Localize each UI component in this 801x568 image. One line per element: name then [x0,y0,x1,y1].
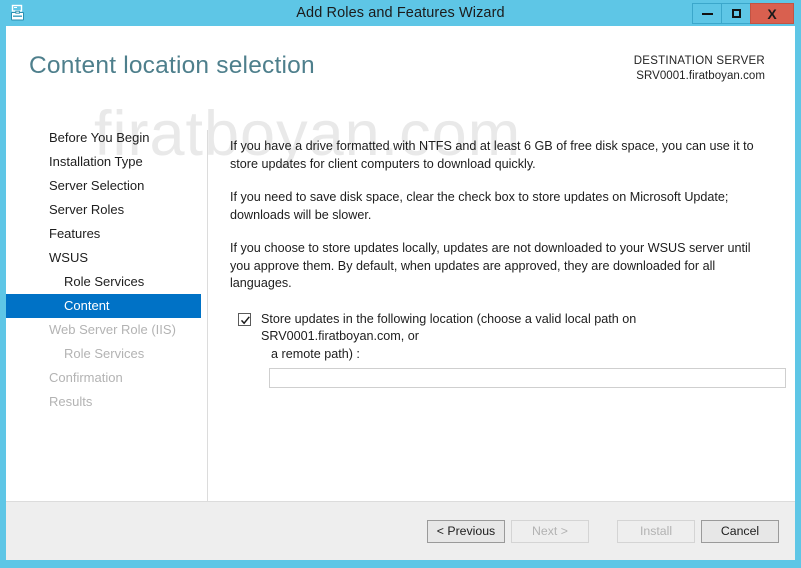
sidebar-item-results: Results [49,394,93,409]
cancel-button[interactable]: Cancel [701,520,779,543]
sidebar-item-confirmation: Confirmation [49,370,123,385]
minimize-button[interactable] [692,3,721,24]
install-button: Install [617,520,695,543]
minimize-icon [693,4,721,23]
store-updates-row: Store updates in the following location … [230,311,786,388]
sidebar-item-role-services: Role Services [64,346,145,361]
page-header: Content location selection DESTINATION S… [6,26,795,104]
window-title: Add Roles and Features Wizard [296,5,505,21]
next-button: Next > [511,520,589,543]
sidebar-item-content[interactable]: Content [6,294,201,318]
wizard-window: Add Roles and Features Wizard X firatboy… [0,0,801,568]
destination-server-name: SRV0001.firatboyan.com [636,70,765,82]
sidebar-item-server-roles[interactable]: Server Roles [6,198,201,222]
wizard-footer: < Previous Next > Install Cancel [6,501,795,560]
checkmark-icon [240,315,250,324]
sidebar-item-installation-type[interactable]: Installation Type [6,150,201,174]
close-icon: X [767,5,777,22]
destination-server-label: DESTINATION SERVER [633,55,765,67]
store-updates-label-line1: Store updates in the following location … [261,311,637,344]
maximize-button[interactable] [721,3,750,24]
sidebar-item-before-you-begin[interactable]: Before You Begin [6,126,201,150]
nav-divider [207,130,208,520]
maximize-icon [722,4,750,23]
sidebar-item-wsus[interactable]: WSUS [6,246,201,270]
wizard-nav: Before You Begin Installation Type Server … [6,126,201,414]
destination-server-block: DESTINATION SERVER SRV0001.firatboyan.co… [634,54,765,84]
sidebar-item-role-services[interactable]: Role Services [6,270,201,294]
info-paragraph-1: If you have a drive formatted with NTFS … [230,139,754,171]
sidebar-item-server-selection[interactable]: Server Selection [6,174,201,198]
main-content: If you have a drive formatted with NTFS … [230,138,786,388]
store-updates-label[interactable]: Store updates in the following location … [261,311,775,364]
title-bar[interactable]: Add Roles and Features Wizard X [0,0,801,26]
previous-button[interactable]: < Previous [427,520,505,543]
client-area: firatboyan.com Content location selectio… [6,26,795,560]
info-paragraph-3: If you choose to store updates locally, … [230,241,751,290]
store-updates-label-line2: a remote path) : [271,346,360,361]
sidebar-item-features[interactable]: Features [6,222,201,246]
store-updates-checkbox[interactable] [238,312,251,326]
info-paragraph-2: If you need to save disk space, clear th… [230,190,729,222]
content-path-input[interactable] [269,368,786,388]
sidebar-item-web-server-role-iis: Web Server Role (IIS) [49,322,176,337]
close-button[interactable]: X [750,3,794,24]
window-controls: X [692,3,794,24]
page-title: Content location selection [29,52,315,79]
